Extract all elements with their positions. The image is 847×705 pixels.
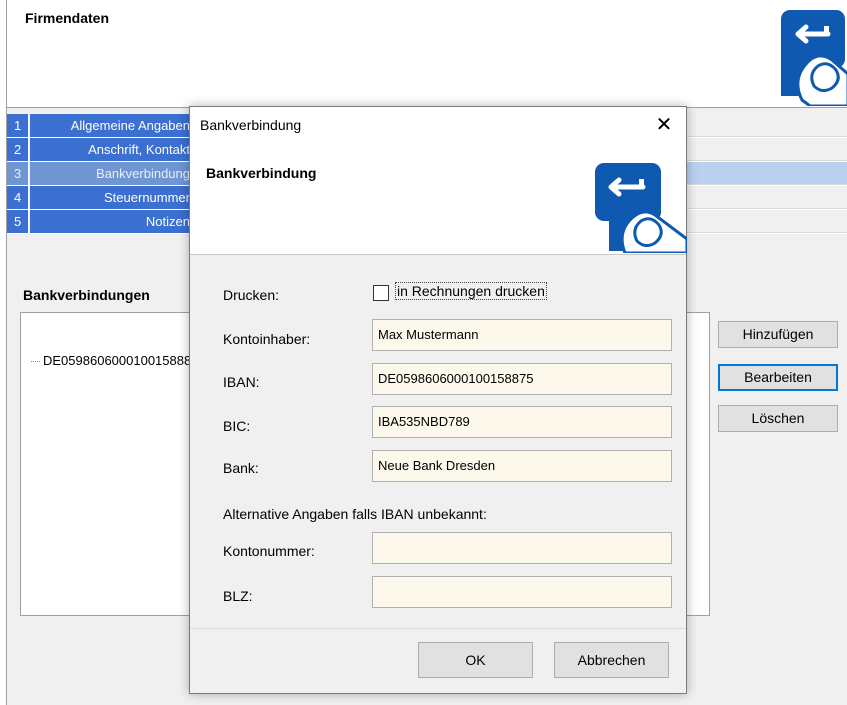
window-title: Firmendaten <box>25 10 110 26</box>
drucken-label: Drucken: <box>223 287 280 303</box>
tree-row-number: 2 <box>7 138 29 161</box>
bic-field[interactable]: IBA535NBD789 <box>372 406 672 438</box>
close-icon[interactable]: ✕ <box>646 110 682 140</box>
bank-label: Bank: <box>223 460 259 476</box>
bank-field[interactable]: Neue Bank Dresden <box>372 450 672 482</box>
dialog-header: Bankverbindung <box>190 143 687 255</box>
kontonummer-label: Kontonummer: <box>223 543 315 559</box>
iban-label: IBAN: <box>223 374 260 390</box>
blz-field[interactable] <box>372 576 672 608</box>
tree-row-label: Anschrift, Kontakt <box>30 138 192 161</box>
bank-dialog: Bankverbindung ✕ Bankverbindung Drucken:… <box>189 106 687 694</box>
ok-button[interactable]: OK <box>418 642 533 678</box>
kontoinhaber-label: Kontoinhaber: <box>223 331 311 347</box>
blz-label: BLZ: <box>223 588 253 604</box>
tree-row-number: 3 <box>7 162 29 185</box>
dialog-title: Bankverbindung <box>200 117 302 133</box>
tree-row-number: 1 <box>7 114 29 137</box>
print-on-invoice-label[interactable]: in Rechnungen drucken <box>395 282 547 300</box>
tree-row-number: 5 <box>7 210 29 233</box>
tree-row-label: Allgemeine Angaben <box>30 114 192 137</box>
iban-field[interactable]: DE0598606000100158875 <box>372 363 672 395</box>
tree-row-label: Steuernummer <box>30 186 192 209</box>
cancel-button[interactable]: Abbrechen <box>554 642 669 678</box>
kontoinhaber-field[interactable]: Max Mustermann <box>372 319 672 351</box>
print-on-invoice-checkbox[interactable] <box>373 285 389 301</box>
bic-label: BIC: <box>223 418 251 434</box>
edit-button[interactable]: Bearbeiten <box>718 364 838 391</box>
tree-row-number: 4 <box>7 186 29 209</box>
delete-button[interactable]: Löschen <box>718 405 838 432</box>
enter-key-finger-icon <box>595 163 687 253</box>
dialog-header-title: Bankverbindung <box>206 165 317 181</box>
kontonummer-field[interactable] <box>372 532 672 564</box>
window-header: Firmendaten <box>7 0 847 108</box>
bank-section-label: Bankverbindungen <box>23 287 150 303</box>
tree-row-label: Notizen <box>30 210 192 233</box>
alternative-info-label: Alternative Angaben falls IBAN unbekannt… <box>223 506 487 522</box>
enter-key-finger-icon <box>781 10 847 106</box>
tree-row-label: Bankverbindung <box>30 162 192 185</box>
add-button[interactable]: Hinzufügen <box>718 321 838 348</box>
dialog-titlebar[interactable]: Bankverbindung ✕ <box>190 107 686 143</box>
